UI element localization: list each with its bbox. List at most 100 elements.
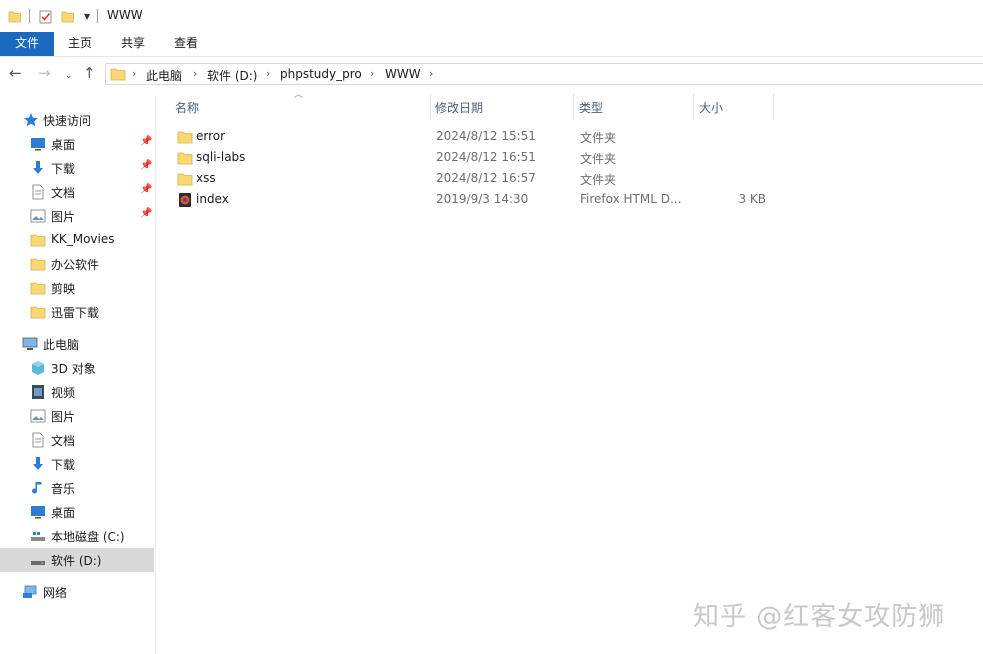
pin-icon[interactable]: 📌 xyxy=(140,184,152,195)
sidebar-item-label: 文档 xyxy=(51,186,76,200)
folder-icon xyxy=(30,282,46,295)
sidebar-item-jianying[interactable]: 剪映 xyxy=(0,276,154,300)
breadcrumb-this-pc[interactable]: 此电脑 xyxy=(146,67,182,84)
sidebar-item-documents[interactable]: 文档 📌 xyxy=(0,180,154,204)
download-icon xyxy=(33,457,43,470)
sidebar-item-label: 下载 xyxy=(51,162,76,176)
sidebar-item-xunlei-downloads[interactable]: 迅雷下载 xyxy=(0,300,154,324)
column-header-type[interactable]: 类型 xyxy=(561,90,678,122)
folder-icon xyxy=(177,152,193,165)
star-icon xyxy=(24,113,38,127)
tab-share[interactable]: 共享 xyxy=(111,32,155,56)
breadcrumb-www[interactable]: WWW xyxy=(385,67,421,81)
sidebar-item-label: 图片 xyxy=(51,410,76,424)
drive-d-icon xyxy=(31,561,45,565)
breadcrumb-separator[interactable]: › xyxy=(266,67,270,80)
ribbon-tabs: 文件 主页 共享 查看 xyxy=(0,32,983,57)
sidebar-item-label: 桌面 xyxy=(51,506,76,520)
column-header-size[interactable]: 大小 xyxy=(681,90,771,122)
column-label: 名称 xyxy=(175,101,200,115)
sidebar-item-videos[interactable]: 视频 xyxy=(0,380,154,404)
tab-view[interactable]: 查看 xyxy=(164,32,208,56)
column-label: 修改日期 xyxy=(435,101,484,115)
properties-icon[interactable] xyxy=(38,9,54,25)
pin-icon[interactable]: 📌 xyxy=(140,208,152,219)
sidebar-item-label: KK_Movies xyxy=(51,232,115,246)
sidebar-item-pictures-pc[interactable]: 图片 xyxy=(0,404,154,428)
new-folder-icon[interactable] xyxy=(61,9,75,23)
column-header-date[interactable]: 修改日期 xyxy=(417,90,560,122)
breadcrumb-separator[interactable]: › xyxy=(193,67,197,80)
breadcrumb-separator[interactable]: › xyxy=(429,67,433,80)
sidebar-item-label: 音乐 xyxy=(51,482,76,496)
sidebar-item-downloads-pc[interactable]: 下载 xyxy=(0,452,154,476)
sidebar-item-3d-objects[interactable]: 3D 对象 xyxy=(0,356,154,380)
tab-file[interactable]: 文件 xyxy=(0,32,54,56)
breadcrumb-separator[interactable]: › xyxy=(370,67,374,80)
table-row[interactable]: xss 2024/8/12 16:57 文件夹 xyxy=(173,168,783,189)
back-button[interactable]: ← xyxy=(9,65,22,81)
video-icon xyxy=(32,385,44,399)
column-header-name[interactable]: 名称 ︿ xyxy=(157,90,416,122)
sidebar-item-network[interactable]: 网络 xyxy=(0,580,154,604)
table-row[interactable]: sqli-labs 2024/8/12 16:51 文件夹 xyxy=(173,147,783,168)
window-title: WWW xyxy=(107,8,143,22)
sidebar-item-drive-d[interactable]: 软件 (D:) xyxy=(0,548,154,572)
recent-locations-button[interactable]: ⌄ xyxy=(65,68,73,84)
sidebar-item-office-software[interactable]: 办公软件 xyxy=(0,252,154,276)
file-date: 2024/8/12 15:51 xyxy=(436,129,536,143)
table-row[interactable]: index 2019/9/3 14:30 Firefox HTML D... 3… xyxy=(173,189,783,210)
file-type: 文件夹 xyxy=(580,131,617,145)
up-button[interactable]: ↑ xyxy=(83,65,96,81)
separator xyxy=(97,9,98,23)
navigation-pane: 快速访问 桌面 📌 下载 📌 文档 📌 图片 📌 KK_Movies 办公软件 … xyxy=(0,96,156,654)
picture-icon xyxy=(30,209,46,223)
file-type: Firefox HTML D... xyxy=(580,192,682,206)
sidebar-item-label: 剪映 xyxy=(51,282,76,296)
computer-icon xyxy=(22,337,38,350)
column-divider[interactable] xyxy=(773,94,774,120)
network-icon xyxy=(23,585,37,598)
drive-c-icon xyxy=(31,532,45,541)
forward-button[interactable]: → xyxy=(38,65,51,81)
customize-quick-access-icon[interactable]: ▼ xyxy=(84,12,90,21)
file-type: 文件夹 xyxy=(580,152,617,166)
file-date: 2024/8/12 16:51 xyxy=(436,150,536,164)
3d-objects-icon xyxy=(32,361,44,375)
sidebar-item-label: 图片 xyxy=(51,210,76,224)
desktop-icon xyxy=(31,138,45,151)
sidebar-item-downloads[interactable]: 下载 📌 xyxy=(0,156,154,180)
music-icon xyxy=(32,482,42,494)
sidebar-item-label: 此电脑 xyxy=(43,338,80,352)
sidebar-item-this-pc[interactable]: 此电脑 xyxy=(0,332,154,356)
watermark: 知乎 @红客女攻防狮 xyxy=(693,602,946,632)
sidebar-item-documents-pc[interactable]: 文档 xyxy=(0,428,154,452)
sidebar-item-music[interactable]: 音乐 xyxy=(0,476,154,500)
picture-icon xyxy=(30,409,46,423)
sidebar-item-pictures[interactable]: 图片 📌 xyxy=(0,204,154,228)
breadcrumb-phpstudy-pro[interactable]: phpstudy_pro xyxy=(280,67,362,81)
sidebar-item-kk-movies[interactable]: KK_Movies xyxy=(0,228,154,252)
sidebar-item-desktop[interactable]: 桌面 📌 xyxy=(0,132,154,156)
sidebar-item-label: 桌面 xyxy=(51,138,76,152)
pin-icon[interactable]: 📌 xyxy=(140,160,152,171)
file-name: error xyxy=(196,129,226,143)
sidebar-item-desktop-pc[interactable]: 桌面 xyxy=(0,500,154,524)
table-row[interactable]: error 2024/8/12 15:51 文件夹 xyxy=(173,126,783,147)
sidebar-item-label: 本地磁盘 (C:) xyxy=(51,530,125,544)
breadcrumb-drive-d[interactable]: 软件 (D:) xyxy=(207,67,257,84)
address-bar[interactable]: › 此电脑 › 软件 (D:) › phpstudy_pro › WWW › xyxy=(105,63,983,85)
sidebar-item-label: 网络 xyxy=(43,586,68,600)
breadcrumb-separator[interactable]: › xyxy=(132,67,136,80)
folder-icon xyxy=(30,306,46,319)
folder-icon[interactable] xyxy=(8,9,22,23)
sidebar-item-quick-access[interactable]: 快速访问 xyxy=(0,108,154,132)
file-date: 2024/8/12 16:57 xyxy=(436,171,536,185)
tab-home[interactable]: 主页 xyxy=(58,32,102,56)
sidebar-item-label: 办公软件 xyxy=(51,258,100,272)
file-date: 2019/9/3 14:30 xyxy=(436,192,529,206)
pin-icon[interactable]: 📌 xyxy=(140,136,152,147)
folder-icon xyxy=(110,68,126,81)
navigation-bar: ← → ⌄ ↑ › 此电脑 › 软件 (D:) › phpstudy_pro ›… xyxy=(0,58,983,90)
sidebar-item-drive-c[interactable]: 本地磁盘 (C:) xyxy=(0,524,154,548)
